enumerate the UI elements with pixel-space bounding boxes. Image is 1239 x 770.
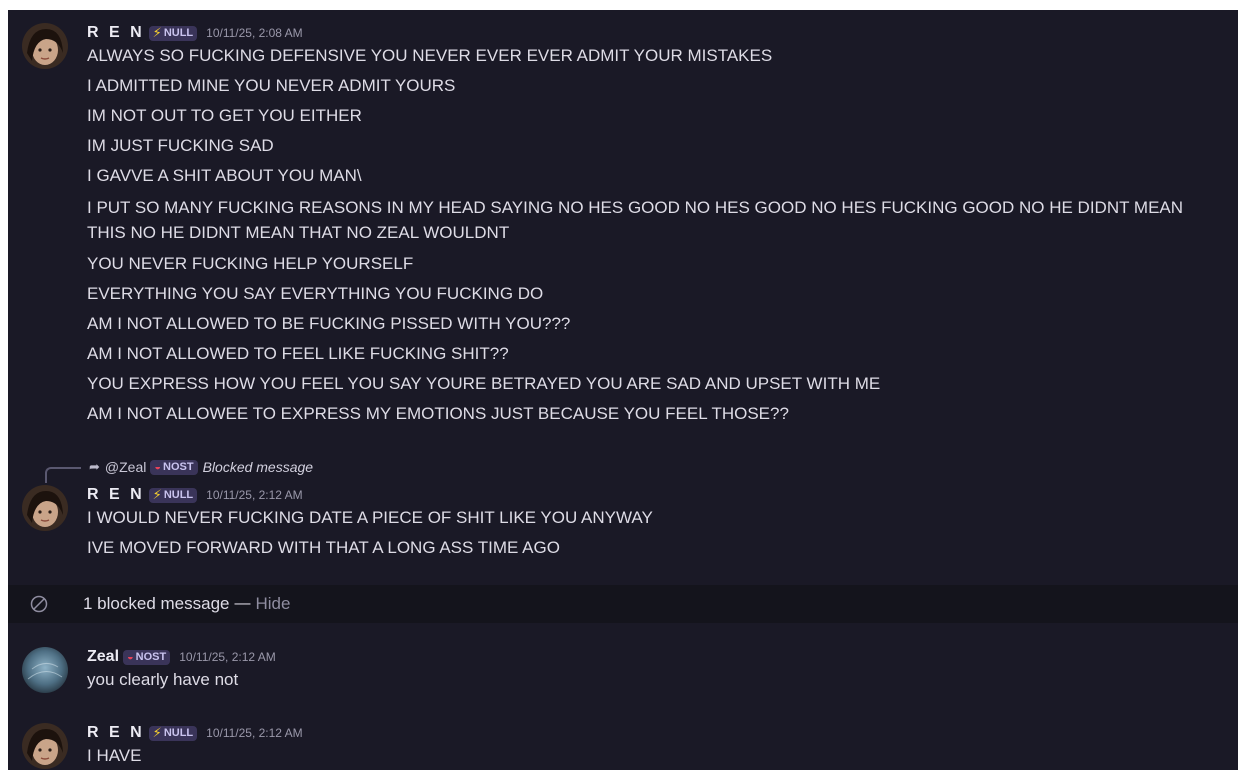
message-header: R E N ⚡ NULL 10/11/25, 2:12 AM <box>87 721 1238 745</box>
message-group-zeal: Zeal ◒ NOST 10/11/25, 2:12 AM you clearly… <box>8 645 1238 695</box>
ren-avatar[interactable] <box>22 23 68 69</box>
lightning-icon: ⚡ <box>152 487 162 502</box>
message-line: I GAVVE A SHIT ABOUT YOU MAN\ <box>87 166 362 185</box>
reply-text: Blocked message <box>202 459 314 475</box>
message-line: EVERYTHING YOU SAY EVERYTHING YOU FUCKIN… <box>87 284 544 303</box>
message-line: IVE MOVED FORWARD WITH THAT A LONG ASS T… <box>87 538 560 557</box>
message-group-ren-1: R E N ⚡ NULL 10/11/25, 2:08 AM ALWAYS SO … <box>8 21 1238 429</box>
username[interactable]: R E N <box>87 24 145 42</box>
ring-icon: ◒ <box>154 461 162 473</box>
badge-label: NOST <box>135 651 167 663</box>
timestamp: 10/11/25, 2:12 AM <box>179 650 276 664</box>
hide-blocked-link[interactable]: Hide <box>255 594 290 614</box>
ren-avatar[interactable] <box>22 485 68 531</box>
lightning-icon: ⚡ <box>152 25 162 40</box>
message-line: IM NOT OUT TO GET YOU EITHER <box>87 106 362 125</box>
timestamp: 10/11/25, 2:12 AM <box>206 488 303 502</box>
message-header: R E N ⚡ NULL 10/11/25, 2:08 AM <box>87 21 1238 45</box>
message-line: AM I NOT ALLOWED TO FEEL LIKE FUCKING SH… <box>87 344 509 363</box>
null-badge: ⚡ NULL <box>148 25 198 41</box>
null-badge: ⚡ NULL <box>148 725 198 741</box>
zeal-avatar[interactable] <box>22 647 68 693</box>
username[interactable]: R E N <box>87 486 145 504</box>
chat-pane: R E N ⚡ NULL 10/11/25, 2:08 AM ALWAYS SO … <box>8 10 1238 770</box>
message-line: I HAVE <box>87 746 142 765</box>
message-line: AM I NOT ALLOWED TO BE FUCKING PISSED WI… <box>87 314 571 333</box>
reply-preview[interactable]: ➦ @Zeal ◒ NOST Blocked message <box>8 456 1238 483</box>
message-group-ren-2: R E N ⚡ NULL 10/11/25, 2:12 AM I WOULD NE… <box>8 483 1238 563</box>
ring-icon: ◒ <box>127 651 134 663</box>
reply-mention[interactable]: @Zeal <box>105 459 146 475</box>
message-line: IM JUST FUCKING SAD <box>87 136 274 155</box>
message-line: you clearly have not <box>87 670 239 689</box>
nost-badge: ◒ NOST <box>150 459 198 475</box>
ren-avatar[interactable] <box>22 723 68 769</box>
username[interactable]: Zeal <box>87 648 119 666</box>
reply-spine <box>45 467 81 483</box>
reply-arrow-icon: ➦ <box>89 459 100 474</box>
badge-label: NULL <box>163 727 194 739</box>
blocked-message-notice: 1 blocked message — Hide <box>8 585 1238 623</box>
message-line: AM I NOT ALLOWEE TO EXPRESS MY EMOTIONS … <box>87 404 789 423</box>
message-line: I WOULD NEVER FUCKING DATE A PIECE OF SH… <box>87 508 653 527</box>
timestamp: 10/11/25, 2:12 AM <box>206 726 303 740</box>
blocked-count-text: 1 blocked message <box>83 594 230 613</box>
blocked-icon <box>30 595 48 613</box>
message-header: Zeal ◒ NOST 10/11/25, 2:12 AM <box>87 645 1238 669</box>
message-group-ren-3: R E N ⚡ NULL 10/11/25, 2:12 AM I HAVE <box>8 721 1238 770</box>
message-line: YOU EXPRESS HOW YOU FEEL YOU SAY YOURE B… <box>87 374 881 393</box>
message-line: I PUT SO MANY FUCKING REASONS IN MY HEAD… <box>87 198 1184 242</box>
username[interactable]: R E N <box>87 724 145 742</box>
message-line: YOU NEVER FUCKING HELP YOURSELF <box>87 254 414 273</box>
blocked-separator: — <box>234 595 251 612</box>
badge-label: NULL <box>163 489 194 501</box>
badge-label: NULL <box>163 27 194 39</box>
lightning-icon: ⚡ <box>152 725 162 740</box>
null-badge: ⚡ NULL <box>148 487 198 503</box>
badge-label: NOST <box>163 461 194 473</box>
timestamp: 10/11/25, 2:08 AM <box>206 26 303 40</box>
message-line: ALWAYS SO FUCKING DEFENSIVE YOU NEVER EV… <box>87 46 773 65</box>
message-line: I ADMITTED MINE YOU NEVER ADMIT YOURS <box>87 76 456 95</box>
nost-badge: ◒ NOST <box>123 649 171 665</box>
message-header: R E N ⚡ NULL 10/11/25, 2:12 AM <box>87 483 1238 507</box>
